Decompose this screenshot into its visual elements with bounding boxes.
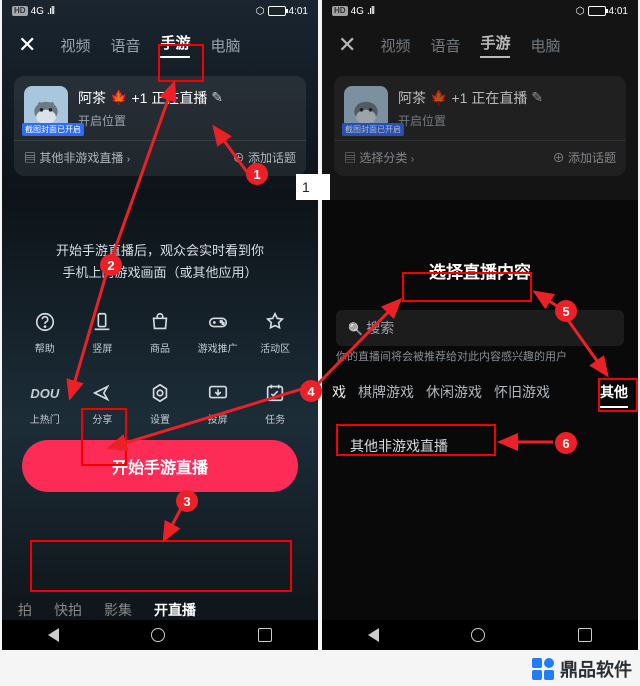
nav-home-icon[interactable] [471, 628, 485, 642]
dou-button[interactable]: DOU上热门 [18, 381, 72, 426]
battery-icon [588, 6, 606, 16]
open-location[interactable]: 开启位置 [78, 112, 223, 129]
tab-video[interactable]: 视频 [60, 35, 90, 56]
watermark: 鼎品软件 [532, 656, 632, 682]
wifi-icon: ⬡ [256, 6, 265, 17]
status-bar-r: HD 4G ⬡ 4:01 [322, 0, 638, 22]
leaf-icon: 🍁 [110, 89, 127, 106]
nav-home-icon[interactable] [151, 628, 165, 642]
top-tabs: ✕ 视频 语音 手游 电脑 [2, 22, 318, 68]
avatar-badge: 截图封面已开启 [22, 123, 84, 136]
share-button[interactable]: 分享 [75, 381, 129, 426]
category-chip-r[interactable]: ▤ 选择分类 › [344, 149, 414, 166]
nav-recent-icon[interactable] [578, 628, 592, 642]
android-navbar [2, 620, 318, 650]
search-hint: 你的直播间将会被推荐给对此内容感兴趣的用户 [336, 348, 624, 364]
category-chip[interactable]: ▤ 其他非游戏直播 › [24, 149, 130, 166]
start-stream-button[interactable]: 开始手游直播 [22, 440, 298, 492]
cat-board[interactable]: 棋牌游戏 [358, 382, 414, 408]
close-icon[interactable]: ✕ [338, 32, 356, 58]
icon-row-1: 帮助 竖屏 商品 游戏推广 活动区 [2, 310, 318, 355]
plus-one: +1 [131, 90, 147, 106]
streamer-name: 阿茶 [78, 88, 106, 108]
avatar-wrap[interactable]: 截图封面已开启 [24, 86, 68, 130]
game-promo-button[interactable]: 游戏推广 [191, 310, 245, 355]
bt-movie[interactable]: 影集 [104, 600, 132, 620]
cast-button[interactable]: 投屏 [191, 381, 245, 426]
category-tabs: 戏 棋牌游戏 休闲游戏 怀旧游戏 其他 [322, 382, 638, 408]
top-tabs-r: ✕ 视频 语音 手游 电脑 [322, 22, 638, 68]
shop-button[interactable]: 商品 [133, 310, 187, 355]
activity-button[interactable]: 活动区 [248, 310, 302, 355]
signal-icon [47, 5, 54, 17]
stream-card-r: 截图封面已开启 阿茶🍁+1正在直播✎ 开启位置 ▤ 选择分类 › 添加话题 [334, 76, 626, 176]
search-input[interactable]: 搜索 [336, 310, 624, 346]
android-navbar-r [322, 620, 638, 650]
description: 开始手游直播后，观众会实时看到你 手机上的游戏画面（或其他应用） [28, 240, 292, 284]
nav-recent-icon[interactable] [258, 628, 272, 642]
left-screen: HD 4G ⬡ 4:01 ✕ 视频 语音 手游 电脑 截图封面已开启 阿茶 [2, 0, 318, 650]
help-button[interactable]: 帮助 [18, 310, 72, 355]
tab-pc[interactable]: 电脑 [210, 35, 240, 56]
icon-row-2: DOU上热门 分享 设置 投屏 任务 [2, 381, 318, 426]
live-suffix: 正在直播 [151, 88, 207, 108]
task-button[interactable]: 任务 [248, 381, 302, 426]
watermark-text: 鼎品软件 [560, 656, 632, 682]
watermark-icon [532, 658, 554, 680]
hd-badge: HD [12, 6, 28, 16]
status-bar: HD 4G ⬡ 4:01 [2, 0, 318, 22]
cat-casual[interactable]: 休闲游戏 [426, 382, 482, 408]
signal-icon [367, 5, 374, 17]
settings-button[interactable]: 设置 [133, 381, 187, 426]
bottom-tabs: 拍 快拍 影集 开直播 [2, 600, 318, 620]
edit-icon[interactable]: ✎ [211, 89, 223, 106]
right-screen: HD 4G ⬡ 4:01 ✕ 视频 语音 手游 电脑 截图封面已开启 阿茶 [322, 0, 638, 650]
net-label: 4G [31, 6, 44, 17]
other-nongame-chip[interactable]: 其他非游戏直播 [336, 428, 462, 464]
overlay-title: 选择直播内容 [322, 258, 638, 283]
tab-game[interactable]: 手游 [160, 32, 190, 58]
tab-voice[interactable]: 语音 [110, 35, 140, 56]
bt-fast[interactable]: 快拍 [54, 600, 82, 620]
cat-other[interactable]: 其他 [600, 382, 628, 408]
clock: 4:01 [289, 6, 308, 17]
add-topic[interactable]: 添加话题 [233, 149, 296, 166]
cat-retro[interactable]: 怀旧游戏 [494, 382, 550, 408]
nav-back-icon[interactable] [368, 628, 379, 642]
bt-shoot[interactable]: 拍 [18, 600, 32, 620]
stream-card: 截图封面已开启 阿茶 🍁 +1 正在直播 ✎ 开启位置 ▤ 其他非游戏直播 › … [14, 76, 306, 176]
battery-icon [268, 6, 286, 16]
cat-edge[interactable]: 戏 [332, 382, 346, 408]
nav-back-icon[interactable] [48, 628, 59, 642]
orientation-button[interactable]: 竖屏 [75, 310, 129, 355]
close-icon[interactable]: ✕ [18, 32, 36, 58]
stream-title-row[interactable]: 阿茶 🍁 +1 正在直播 ✎ [78, 88, 223, 108]
bt-live[interactable]: 开直播 [154, 600, 196, 620]
